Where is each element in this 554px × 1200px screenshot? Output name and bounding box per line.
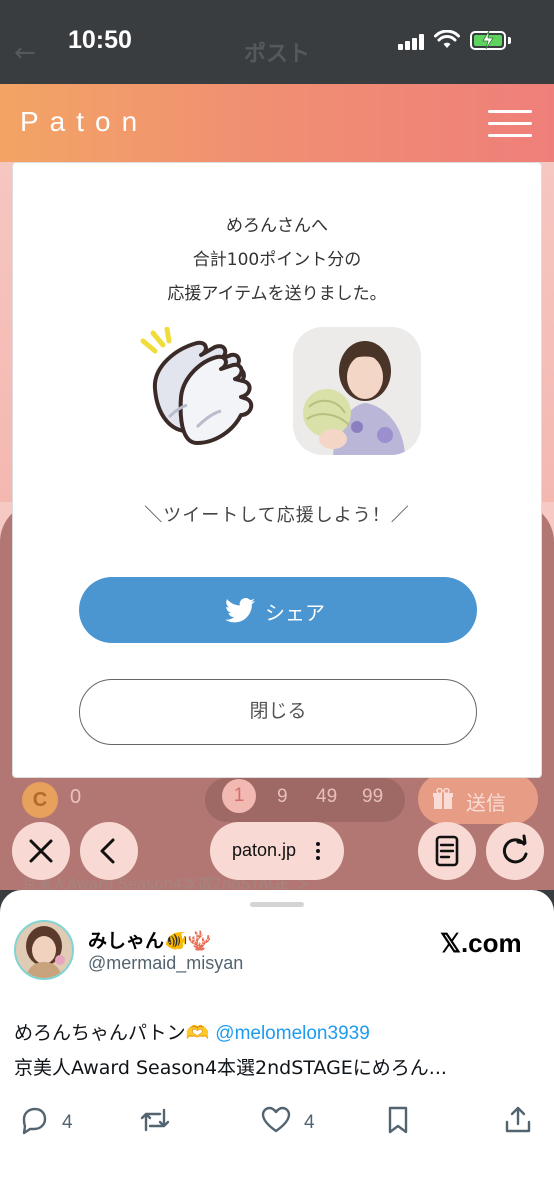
- url-pill[interactable]: paton.jp: [210, 822, 344, 880]
- url-text: paton.jp: [232, 840, 297, 860]
- modal-message-line-3: 応援アイテムを送りました。: [167, 284, 387, 304]
- status-time: 10:50: [68, 26, 132, 54]
- tweet-cta-text: ＼ツイートして応援しよう！／: [144, 505, 410, 526]
- reload-button[interactable]: [486, 822, 544, 880]
- clapping-hands-icon: [140, 327, 254, 445]
- heart-icon: [261, 1106, 291, 1133]
- repost-icon: [140, 1108, 170, 1132]
- tweet-text-prefix: めろんちゃんパトン🫶: [14, 1022, 210, 1044]
- recipient-avatar-photo: [293, 327, 421, 455]
- paton-logo[interactable]: Paton: [20, 106, 148, 138]
- more-vertical-icon[interactable]: [316, 842, 320, 860]
- bookmark-icon: [388, 1106, 408, 1134]
- like-count: 4: [304, 1112, 315, 1133]
- share-tweet-button[interactable]: [502, 1104, 534, 1144]
- reply-icon: [22, 1107, 47, 1135]
- twitter-bird-icon: [225, 598, 255, 623]
- tweet-mention[interactable]: @melomelon3939: [215, 1023, 370, 1044]
- like-button[interactable]: 4: [260, 1104, 315, 1144]
- reply-button[interactable]: 4: [18, 1104, 73, 1144]
- bookmark-button[interactable]: [382, 1104, 414, 1144]
- modal-message-line-2: 合計100ポイント分の: [192, 250, 362, 270]
- tweet-author-name: みしゃん🐠🪸: [88, 930, 212, 952]
- tweet-actions: 4 4: [0, 1104, 554, 1144]
- charging-bolt-icon: [482, 31, 494, 49]
- share-button-label: シェア: [265, 601, 325, 625]
- coin-icon: C: [22, 782, 58, 818]
- close-browser-button[interactable]: [12, 822, 70, 880]
- chevron-left-icon: [100, 838, 115, 864]
- reader-mode-button[interactable]: [418, 822, 476, 880]
- signal-icon: [398, 34, 426, 50]
- reader-icon: [435, 835, 459, 867]
- amount-option-1[interactable]: 1: [222, 779, 256, 813]
- avatar[interactable]: [14, 920, 74, 980]
- amount-option-49[interactable]: 49: [316, 786, 337, 808]
- sheet-grabber[interactable]: [250, 902, 304, 907]
- share-button[interactable]: シェア: [79, 577, 477, 643]
- amount-option-99[interactable]: 99: [362, 786, 383, 808]
- tweet-text-line-2: 京美人Award Season4本選2ndSTAGEにめろん...: [14, 1057, 447, 1079]
- share-icon: [505, 1106, 531, 1133]
- tweet-preview-sheet: みしゃん🐠🪸 @mermaid_misyan 𝕏.com めろんちゃんパトン🫶 …: [0, 890, 554, 1200]
- send-button[interactable]: 送信: [418, 774, 538, 824]
- tweet-author-handle: @mermaid_misyan: [88, 953, 244, 973]
- reply-count: 4: [62, 1112, 73, 1133]
- send-button-label: 送信: [466, 791, 506, 815]
- modal-message: めろんさんへ 合計100ポイント分の 応援アイテムを送りました。: [13, 209, 541, 311]
- gift-icon: [433, 788, 453, 809]
- web-content: Paton C 0 1 9 49 99 送信 めろんさんへ 合計100ポイント分…: [0, 84, 554, 890]
- status-bar: ← ポスト 10:50: [0, 0, 554, 84]
- reload-icon: [502, 834, 528, 864]
- hamburger-icon[interactable]: [488, 110, 532, 138]
- x-logo[interactable]: 𝕏.com: [440, 928, 522, 959]
- modal-message-line-1: めろんさんへ: [226, 216, 328, 236]
- amount-option-9[interactable]: 9: [277, 786, 288, 808]
- coin-count: 0: [70, 786, 82, 808]
- background-page-title: ポスト: [244, 42, 311, 67]
- close-modal-button[interactable]: 閉じる: [79, 679, 477, 745]
- app-header: Paton: [0, 84, 554, 162]
- browser-back-button[interactable]: [80, 822, 138, 880]
- wifi-icon: [434, 30, 460, 48]
- close-icon: [29, 839, 53, 863]
- support-sent-modal: めろんさんへ 合計100ポイント分の 応援アイテムを送りました。 ＼ツイートして…: [12, 162, 542, 778]
- battery-cap: [508, 37, 511, 44]
- background-back-arrow: ←: [14, 38, 36, 68]
- tweet-text: めろんちゃんパトン🫶 @melomelon3939 京美人Award Seaso…: [14, 1016, 544, 1085]
- repost-button[interactable]: [138, 1104, 172, 1144]
